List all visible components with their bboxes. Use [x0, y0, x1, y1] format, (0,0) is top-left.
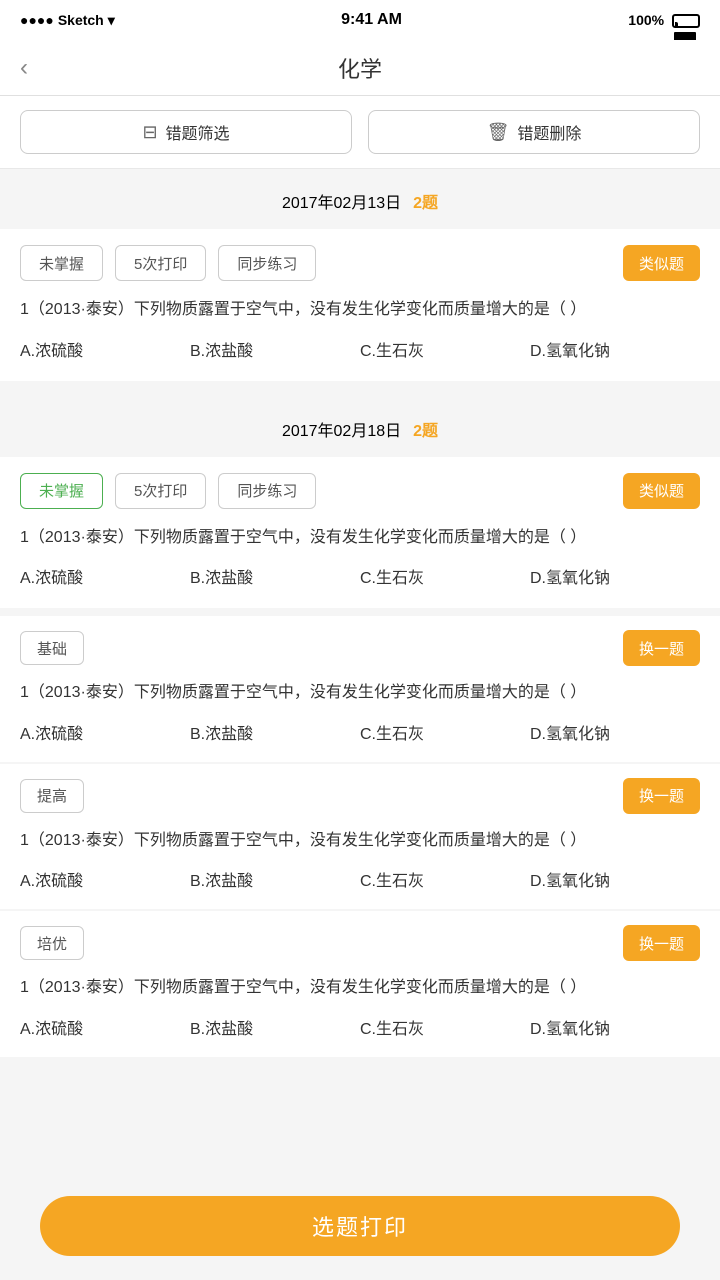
sub-card-1-1: 基础 换一题 1（2013·泰安）下列物质露置于空气中，没有发生化学变化而质量增大的…: [0, 616, 720, 762]
swap-button[interactable]: 换一题: [623, 925, 700, 961]
action-btn-0[interactable]: 未掌握: [20, 473, 103, 509]
option-1: B.浓盐酸: [190, 720, 360, 744]
sub-label: 培优: [20, 926, 84, 960]
section-date: 2017年02月18日: [282, 423, 401, 440]
filter-icon: ⊟: [142, 122, 157, 143]
action-btn-1[interactable]: 5次打印: [115, 245, 206, 281]
sub-header: 培优 换一题: [20, 925, 700, 961]
section-divider: [0, 389, 720, 397]
toolbar: ⊟ 错题筛选 🗑 错题删除: [0, 96, 720, 169]
option-0: A.浓硫酸: [20, 867, 190, 891]
swap-button[interactable]: 换一题: [623, 630, 700, 666]
option-0: A.浓硫酸: [20, 720, 190, 744]
option-1: B.浓盐酸: [190, 337, 360, 361]
page-title: 化学: [338, 52, 382, 84]
sub-label: 提高: [20, 779, 84, 813]
sub-card-1-2: 提高 换一题 1（2013·泰安）下列物质露置于空气中，没有发生化学变化而质量增大的…: [0, 764, 720, 910]
question-card-0-0: 未掌握 5次打印同步练习 类似题 1（2013·泰安）下列物质露置于空气中，没有发生化…: [0, 229, 720, 381]
options-row: A.浓硫酸B.浓盐酸C.生石灰D.氢氧化钠: [20, 867, 700, 891]
question-text: 1（2013·泰安）下列物质露置于空气中，没有发生化学变化而质量增大的是（ ）: [20, 297, 700, 323]
option-0: A.浓硫酸: [20, 564, 190, 588]
question-text: 1（2013·泰安）下列物质露置于空气中，没有发生化学变化而质量增大的是（ ）: [20, 828, 700, 854]
delete-button[interactable]: 🗑 错题删除: [368, 110, 700, 154]
question-card-1-0: 未掌握 5次打印同步练习 类似题 1（2013·泰安）下列物质露置于空气中，没有发生化…: [0, 457, 720, 609]
delete-icon: 🗑: [487, 122, 510, 143]
status-left: ●●●● Sketch ▾: [20, 12, 115, 29]
action-btn-0[interactable]: 未掌握: [20, 245, 103, 281]
question-text: 1（2013·泰安）下列物质露置于空气中，没有发生化学变化而质量增大的是（ ）: [20, 975, 700, 1001]
status-battery: 100%: [628, 12, 700, 28]
filter-button[interactable]: ⊟ 错题筛选: [20, 110, 352, 154]
swap-button[interactable]: 换一题: [623, 778, 700, 814]
wifi-icon: ▾: [108, 12, 115, 29]
status-time: 9:41 AM: [341, 11, 402, 29]
options-row: A.浓硫酸B.浓盐酸C.生石灰D.氢氧化钠: [20, 1015, 700, 1039]
nav-bar: ‹ 化学: [0, 40, 720, 96]
option-2: C.生石灰: [360, 1015, 530, 1039]
option-3: D.氢氧化钠: [530, 1015, 700, 1039]
option-0: A.浓硫酸: [20, 1015, 190, 1039]
signal-dots: ●●●●: [20, 12, 54, 28]
card-actions: 未掌握 5次打印同步练习 类似题: [20, 245, 700, 281]
option-3: D.氢氧化钠: [530, 867, 700, 891]
sub-label: 基础: [20, 631, 84, 665]
sub-header: 提高 换一题: [20, 778, 700, 814]
sub-header: 基础 换一题: [20, 630, 700, 666]
question-text: 1（2013·泰安）下列物质露置于空气中，没有发生化学变化而质量增大的是（ ）: [20, 680, 700, 706]
similar-button[interactable]: 类似题: [623, 473, 700, 509]
action-btn-2[interactable]: 同步练习: [218, 473, 316, 509]
option-1: B.浓盐酸: [190, 867, 360, 891]
option-2: C.生石灰: [360, 564, 530, 588]
section-count: 2题: [413, 195, 438, 212]
action-btn-2[interactable]: 同步练习: [218, 245, 316, 281]
options-row: A.浓硫酸B.浓盐酸C.生石灰D.氢氧化钠: [20, 337, 700, 361]
option-1: B.浓盐酸: [190, 1015, 360, 1039]
section-date: 2017年02月13日: [282, 195, 401, 212]
options-row: A.浓硫酸B.浓盐酸C.生石灰D.氢氧化钠: [20, 720, 700, 744]
options-row: A.浓硫酸B.浓盐酸C.生石灰D.氢氧化钠: [20, 564, 700, 588]
section-header-1: 2017年02月18日 2题: [0, 397, 720, 457]
option-3: D.氢氧化钠: [530, 720, 700, 744]
option-1: B.浓盐酸: [190, 564, 360, 588]
print-button[interactable]: 选题打印: [40, 1196, 680, 1256]
carrier-label: Sketch: [58, 12, 104, 28]
filter-label: 错题筛选: [166, 120, 230, 144]
question-text: 1（2013·泰安）下列物质露置于空气中，没有发生化学变化而质量增大的是（ ）: [20, 525, 700, 551]
option-3: D.氢氧化钠: [530, 337, 700, 361]
option-2: C.生石灰: [360, 337, 530, 361]
section-header-0: 2017年02月13日 2题: [0, 169, 720, 229]
section-count: 2题: [413, 423, 438, 440]
option-2: C.生石灰: [360, 867, 530, 891]
bottom-bar: 选题打印: [0, 1180, 720, 1280]
sub-card-1-3: 培优 换一题 1（2013·泰安）下列物质露置于空气中，没有发生化学变化而质量增大的…: [0, 911, 720, 1057]
card-actions: 未掌握 5次打印同步练习 类似题: [20, 473, 700, 509]
option-2: C.生石灰: [360, 720, 530, 744]
similar-button[interactable]: 类似题: [623, 245, 700, 281]
back-button[interactable]: ‹: [20, 54, 28, 82]
status-bar: ●●●● Sketch ▾ 9:41 AM 100%: [0, 0, 720, 40]
action-btn-1[interactable]: 5次打印: [115, 473, 206, 509]
bottom-spacer: [0, 1059, 720, 1159]
battery-icon: [672, 14, 700, 28]
option-0: A.浓硫酸: [20, 337, 190, 361]
option-3: D.氢氧化钠: [530, 564, 700, 588]
delete-label: 错题删除: [517, 120, 581, 144]
